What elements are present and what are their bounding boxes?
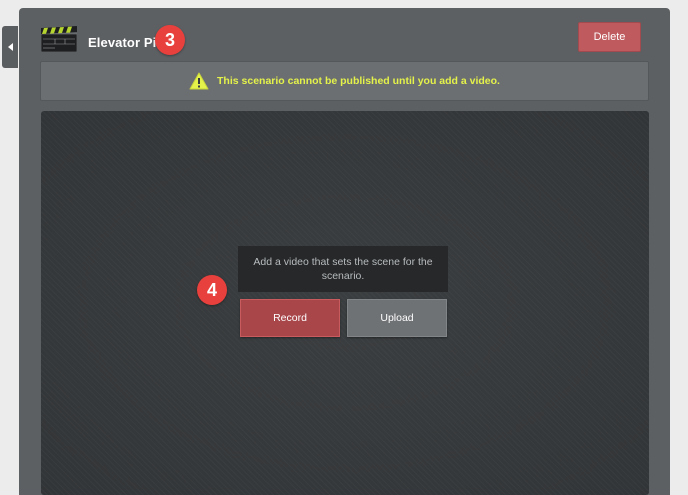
delete-button[interactable]: Delete <box>578 22 641 52</box>
chevron-left-icon <box>7 43 13 51</box>
collapse-sidebar-tab[interactable] <box>2 26 18 68</box>
scenario-panel: Elevator Pitch Delete This scenario cann… <box>19 8 670 495</box>
step-badge-4: 4 <box>197 275 227 305</box>
warning-triangle-icon <box>189 72 209 90</box>
clapperboard-icon <box>41 26 77 52</box>
add-video-prompt: Add a video that sets the scene for the … <box>238 246 448 292</box>
video-drop-area: Add a video that sets the scene for the … <box>41 111 649 495</box>
upload-button[interactable]: Upload <box>347 299 447 337</box>
step-badge-3: 3 <box>155 25 185 55</box>
warning-text: This scenario cannot be published until … <box>217 75 500 87</box>
record-button[interactable]: Record <box>240 299 340 337</box>
publish-warning-banner: This scenario cannot be published until … <box>40 61 649 101</box>
